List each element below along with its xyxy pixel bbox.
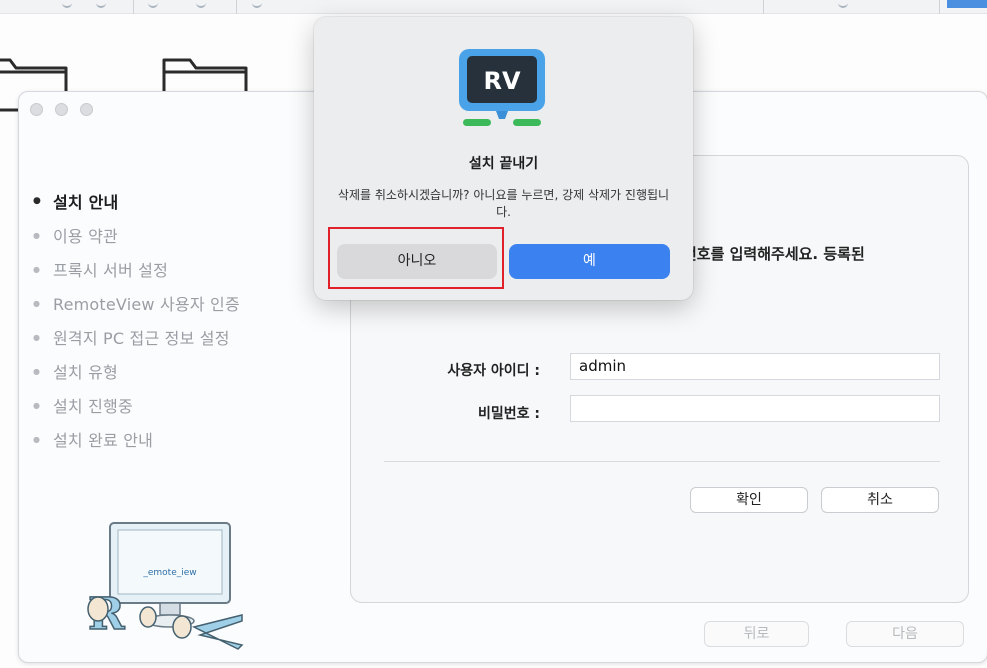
password-field[interactable]	[570, 395, 940, 422]
toolbar-icon[interactable]	[838, 2, 848, 8]
step-label: 설치 유형	[53, 363, 118, 382]
toolbar-active-tab[interactable]	[947, 0, 987, 8]
bullet-icon: ●	[33, 264, 41, 274]
highlight-annotation-box	[328, 227, 504, 289]
step-user-auth: ● RemoteView 사용자 인증	[33, 286, 333, 320]
step-install-guide: ● 설치 안내	[33, 184, 333, 218]
step-remote-access: ● 원격지 PC 접근 정보 설정	[33, 320, 333, 354]
remoteview-app-icon: RV	[457, 47, 547, 127]
step-installing: ● 설치 진행중	[33, 388, 333, 422]
alert-title: 설치 끝내기	[468, 156, 539, 172]
toolbar-icon[interactable]	[62, 2, 72, 8]
user-id-label: 사용자 아이디 :	[447, 363, 540, 379]
remoteview-mascot-illustration: _emote_iew R	[74, 517, 244, 652]
toolbar-separator	[763, 0, 764, 14]
instruction-text: 번호를 입력해주세요. 등록된	[683, 245, 865, 263]
toolbar-separator	[133, 0, 134, 14]
bullet-icon: ●	[33, 332, 41, 342]
install-steps-list: ● 설치 안내 ● 이용 약관 ● 프록시 서버 설정 ● RemoteView 사용자…	[33, 184, 333, 456]
step-terms: ● 이용 약관	[33, 218, 333, 252]
step-label: 설치 완료 안내	[53, 431, 154, 450]
step-complete: ● 설치 완료 안내	[33, 422, 333, 456]
back-button[interactable]: 뒤로	[704, 621, 809, 647]
step-label: 프록시 서버 설정	[53, 261, 169, 280]
bullet-icon: ●	[33, 434, 41, 444]
step-proxy: ● 프록시 서버 설정	[33, 252, 333, 286]
user-id-field[interactable]: admin	[570, 353, 940, 380]
yes-button[interactable]: 예	[509, 244, 670, 279]
step-label: RemoteView 사용자 인증	[53, 295, 240, 314]
toolbar-icon[interactable]	[96, 2, 106, 8]
finder-toolbar	[0, 0, 987, 14]
step-label: 설치 진행중	[53, 397, 133, 416]
step-install-type: ● 설치 유형	[33, 354, 333, 388]
close-window-button[interactable]	[30, 103, 43, 116]
confirm-button[interactable]: 확인	[690, 487, 808, 513]
bullet-icon: ●	[33, 400, 41, 410]
step-label: 설치 안내	[53, 193, 119, 212]
password-label: 비밀번호 :	[478, 406, 540, 422]
toolbar-icon[interactable]	[252, 2, 262, 8]
minimize-window-button[interactable]	[55, 103, 68, 116]
step-label: 원격지 PC 접근 정보 설정	[53, 329, 230, 348]
zoom-window-button[interactable]	[80, 103, 93, 116]
app-icon-text: RV	[483, 67, 520, 95]
toolbar-icon[interactable]	[148, 2, 158, 8]
alert-message: 삭제를 취소하시겠습니까? 아니요를 누르면, 강제 삭제가 진행됩니다.	[337, 188, 670, 219]
next-button[interactable]: 다음	[846, 621, 964, 647]
mascot-screen-text: _emote_iew	[142, 568, 196, 578]
desktop: ● 설치 안내 ● 이용 약관 ● 프록시 서버 설정 ● RemoteView 사용자…	[0, 0, 987, 668]
bullet-icon: ●	[33, 366, 41, 376]
cancel-button[interactable]: 취소	[821, 487, 939, 513]
step-label: 이용 약관	[53, 227, 118, 246]
toolbar-separator	[236, 0, 237, 14]
toolbar-icon[interactable]	[196, 2, 206, 8]
toolbar-separator	[939, 0, 940, 14]
form-divider	[384, 461, 940, 462]
bullet-icon: ●	[33, 298, 41, 308]
bullet-icon: ●	[33, 230, 41, 240]
bullet-icon: ●	[33, 196, 42, 206]
